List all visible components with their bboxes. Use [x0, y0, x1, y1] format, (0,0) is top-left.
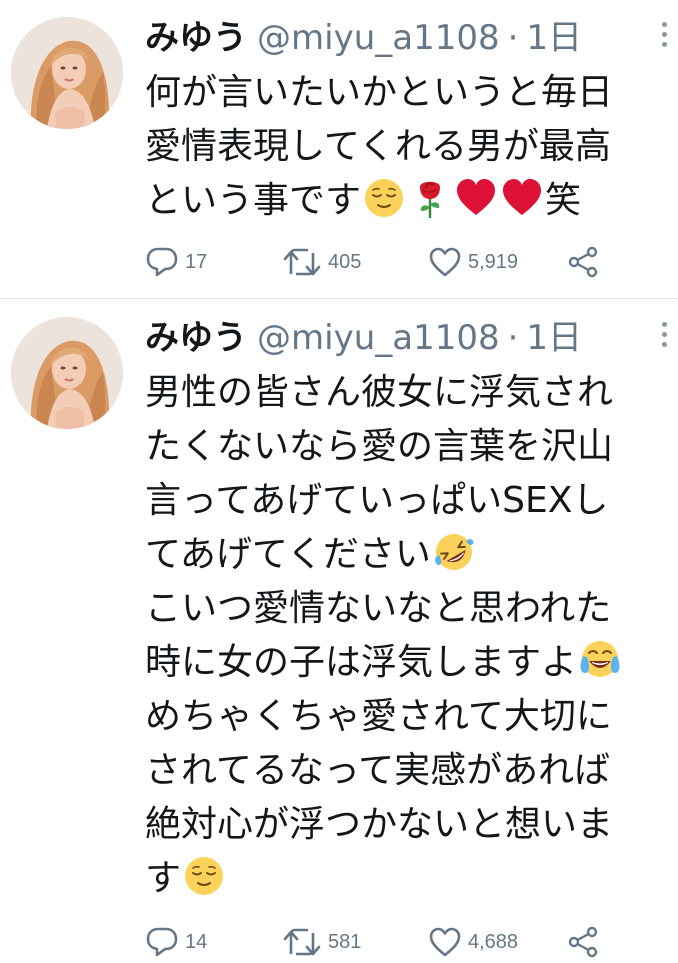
text-line: 何が言いたいかというと毎日	[145, 72, 614, 113]
text-segment: てあげてください	[145, 534, 431, 575]
profile-photo-icon	[11, 317, 123, 429]
reply-button[interactable]: 17	[145, 242, 207, 282]
retweet-count: 581	[328, 930, 362, 953]
face-with-tears-of-joy-icon	[579, 639, 621, 681]
tweet-text: 何が言いたいかというと毎日 愛情表現してくれる男が最高 という事です 笑	[145, 66, 670, 228]
share-icon	[566, 245, 600, 279]
retweet-icon	[282, 925, 322, 959]
reply-count: 14	[185, 930, 208, 953]
tweet-actions: 17 405 5,919	[145, 242, 665, 282]
tweet-text: 男性の皆さん彼女に浮気され たくないなら愛の言葉を沢山 言ってあげていっぱいSE…	[145, 366, 670, 906]
text-line: 男性の皆さん彼女に浮気され	[145, 372, 614, 413]
like-button[interactable]: 5,919	[428, 242, 518, 282]
relieved-face-icon	[363, 177, 405, 219]
more-options-button[interactable]	[656, 22, 672, 58]
heart-icon	[455, 177, 497, 219]
tweet-header: みゆう @miyu_a1108 · 1日	[145, 12, 582, 64]
like-icon	[428, 245, 462, 279]
more-options-button[interactable]	[656, 322, 672, 358]
retweet-count: 405	[328, 250, 362, 273]
text-line: めちゃくちゃ愛されて大切に	[145, 696, 612, 737]
text-line: 言ってあげていっぱいSEXし	[145, 480, 609, 521]
text-segment: 時に女の子は浮気しますよ	[145, 642, 578, 683]
like-icon	[428, 925, 462, 959]
retweet-icon	[282, 245, 322, 279]
tweet-divider	[0, 298, 678, 299]
timestamp[interactable]: 1日	[526, 18, 582, 58]
share-icon	[566, 925, 600, 959]
text-line: たくないなら愛の言葉を沢山	[145, 426, 614, 467]
more-icon	[656, 22, 672, 47]
author-name[interactable]: みゆう	[145, 318, 247, 358]
tweet[interactable]: みゆう @miyu_a1108 · 1日 何が言いたいかというと毎日 愛情表現してくれ…	[0, 0, 678, 300]
tweet-actions: 14 581 4,688	[145, 922, 665, 962]
more-icon	[656, 322, 672, 347]
text-line: されてるなって実感があれば	[145, 750, 611, 791]
text-line: 愛情表現してくれる男が最高	[145, 126, 611, 167]
like-button[interactable]: 4,688	[428, 922, 518, 962]
tweet[interactable]: みゆう @miyu_a1108 · 1日 男性の皆さん彼女に浮気され たくないなら愛の…	[0, 300, 678, 963]
reply-icon	[145, 925, 179, 959]
text-segment: という事です	[145, 180, 362, 221]
retweet-button[interactable]: 405	[282, 242, 361, 282]
author-name[interactable]: みゆう	[145, 18, 247, 58]
author-handle[interactable]: @miyu_a1108	[257, 318, 500, 358]
rose-icon	[409, 177, 451, 219]
reply-button[interactable]: 14	[145, 922, 207, 962]
avatar[interactable]	[11, 317, 123, 429]
rolling-on-floor-laughing-icon	[433, 531, 475, 573]
text-line: 絶対心が浮つかないと想いま	[145, 804, 614, 845]
reply-count: 17	[185, 250, 208, 273]
text-line: こいつ愛情ないなと思われた	[145, 588, 612, 629]
profile-photo-icon	[11, 17, 123, 129]
text-line: てあげてください	[145, 528, 670, 582]
text-line: す	[145, 852, 670, 906]
text-line: 時に女の子は浮気しますよ	[145, 636, 670, 690]
text-segment: 笑	[545, 180, 582, 221]
text-segment: す	[145, 858, 182, 899]
like-count: 5,919	[468, 250, 519, 273]
text-line: という事です 笑	[145, 174, 670, 228]
relieved-face-icon	[183, 855, 225, 897]
avatar[interactable]	[11, 17, 123, 129]
heart-icon	[501, 177, 543, 219]
like-count: 4,688	[468, 930, 519, 953]
separator: ·	[507, 18, 519, 58]
tweet-header: みゆう @miyu_a1108 · 1日	[145, 312, 582, 364]
timestamp[interactable]: 1日	[526, 318, 582, 358]
share-button[interactable]	[566, 242, 606, 282]
separator: ·	[507, 318, 519, 358]
author-handle[interactable]: @miyu_a1108	[257, 18, 500, 58]
share-button[interactable]	[566, 922, 606, 962]
reply-icon	[145, 245, 179, 279]
retweet-button[interactable]: 581	[282, 922, 361, 962]
